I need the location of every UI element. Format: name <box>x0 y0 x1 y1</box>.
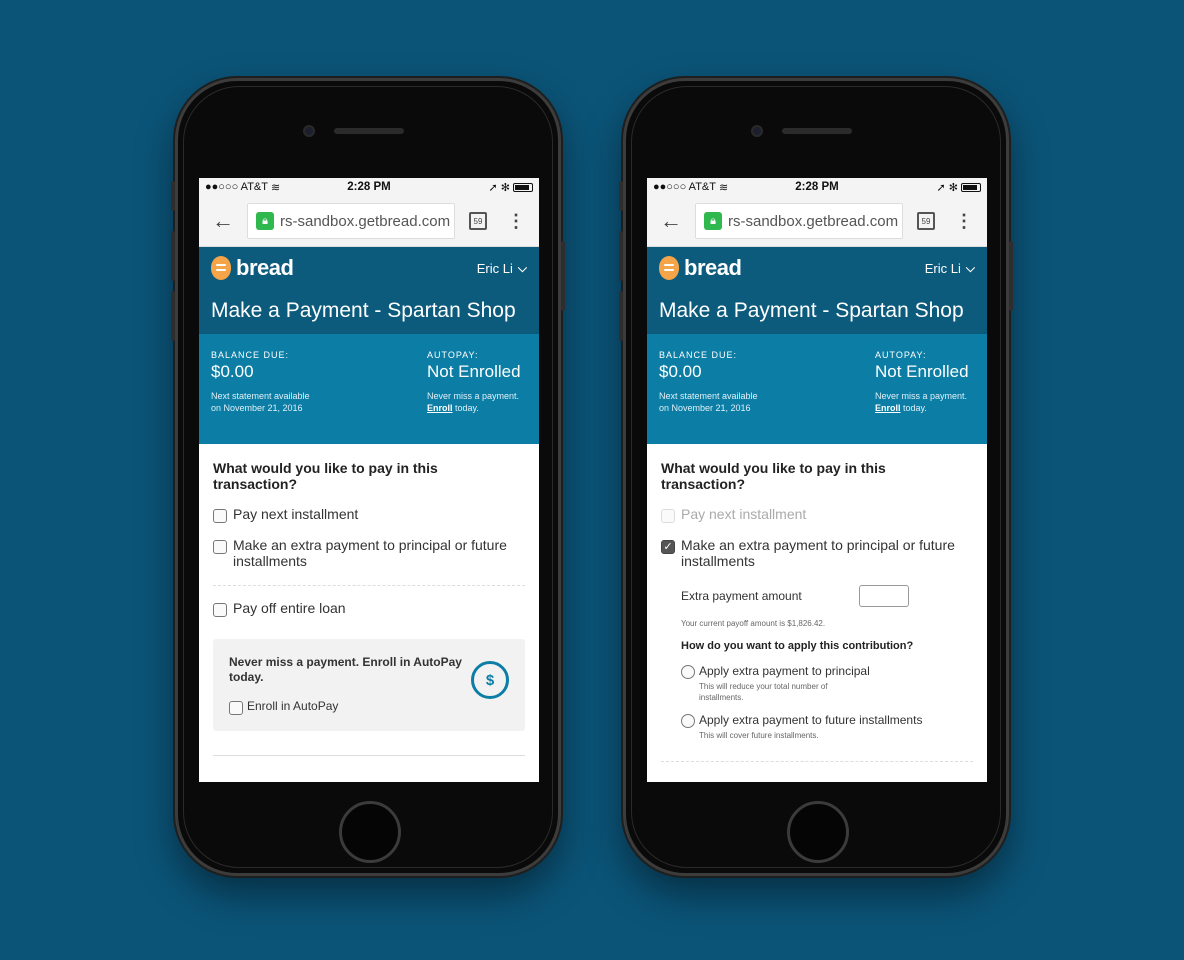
autopay-label: AUTOPAY: <box>427 350 479 360</box>
payment-form: What would you like to pay in this trans… <box>647 444 987 762</box>
radio-principal[interactable] <box>681 665 695 679</box>
payment-question: What would you like to pay in this trans… <box>213 460 438 492</box>
payment-question: What would you like to pay in this trans… <box>661 460 886 492</box>
balance-value: $0.00 <box>211 362 254 381</box>
wifi-icon: ≋ <box>718 181 729 194</box>
user-name: Eric Li <box>924 260 961 276</box>
autopay-label: AUTOPAY: <box>875 350 927 360</box>
enroll-link[interactable]: Enroll <box>875 403 901 413</box>
radio-option-principal[interactable]: Apply extra payment to principal <box>681 664 973 679</box>
option-extra-payment[interactable]: ✓ Make an extra payment to principal or … <box>661 537 973 569</box>
balance-panel: BALANCE DUE: $0.00 Next statement availa… <box>199 334 539 444</box>
autopay-value: Not Enrolled <box>427 362 521 381</box>
lock-icon: 🔒︎ <box>256 212 274 230</box>
page-title: Make a Payment - Spartan Shop <box>211 299 516 322</box>
checkbox-extra-payment-checked[interactable]: ✓ <box>661 540 675 554</box>
back-arrow-icon[interactable]: ← <box>657 208 685 234</box>
address-bar[interactable]: 🔒︎ rs-sandbox.getbread.com <box>695 203 903 239</box>
checkbox-extra-payment[interactable] <box>213 540 227 554</box>
chevron-down-icon: ⌵ <box>965 260 975 275</box>
autopay-promo-title: Never miss a payment. Enroll in AutoPay … <box>229 655 462 684</box>
tabs-icon[interactable]: 59 <box>917 212 935 230</box>
page-title: Make a Payment - Spartan Shop <box>659 299 964 322</box>
enroll-autopay-option[interactable]: Enroll in AutoPay <box>229 699 469 715</box>
url-text: rs-sandbox.getbread.com <box>280 212 451 230</box>
checkbox-enroll-autopay[interactable] <box>229 701 243 715</box>
checkbox-pay-next[interactable] <box>661 509 675 523</box>
home-button[interactable] <box>787 801 849 863</box>
extra-amount-input[interactable] <box>859 585 909 607</box>
more-vert-icon[interactable]: ⋮ <box>507 211 525 232</box>
wifi-icon: ≋ <box>270 181 281 194</box>
carrier: ●●○○○ AT&T <box>653 181 716 193</box>
battery-icon <box>961 182 981 192</box>
radio-future[interactable] <box>681 714 695 728</box>
enroll-link[interactable]: Enroll <box>427 403 453 413</box>
checkbox-payoff[interactable] <box>213 603 227 617</box>
address-bar[interactable]: 🔒︎ rs-sandbox.getbread.com <box>247 203 455 239</box>
autopay-refresh-dollar-icon: $ <box>471 661 509 699</box>
autopay-promo: Never miss a payment. Enroll in AutoPay … <box>213 639 525 731</box>
user-menu[interactable]: Eric Li ⌵ <box>925 261 975 276</box>
status-bar: ●●○○○ AT&T ≋ 2:28 PM ➚ ✻ <box>199 178 539 196</box>
apply-question: How do you want to apply this contributi… <box>681 640 914 652</box>
autopay-value: Not Enrolled <box>875 362 969 381</box>
statement-note: Next statement available on November 21,… <box>211 391 310 413</box>
lock-icon: 🔒︎ <box>704 212 722 230</box>
option-payoff[interactable]: Pay off entire loan <box>213 600 525 617</box>
bread-logo-icon <box>659 256 679 280</box>
browser-toolbar: ← 🔒︎ rs-sandbox.getbread.com 59 ⋮ <box>199 196 539 247</box>
balance-label: BALANCE DUE: <box>659 350 738 360</box>
location-bluetooth-icon: ➚ ✻ <box>488 181 511 194</box>
tabs-icon[interactable]: 59 <box>469 212 487 230</box>
carrier: ●●○○○ AT&T <box>205 181 268 193</box>
screen-left: ●●○○○ AT&T ≋ 2:28 PM ➚ ✻ ← 🔒︎ rs-sandbox.… <box>199 178 539 782</box>
divider <box>213 755 525 756</box>
back-arrow-icon[interactable]: ← <box>209 208 237 234</box>
payment-form: What would you like to pay in this trans… <box>199 444 539 782</box>
user-menu[interactable]: Eric Li ⌵ <box>477 261 527 276</box>
payoff-note: Your current payoff amount is $1,826.42. <box>681 619 826 628</box>
option-pay-next[interactable]: Pay next installment <box>661 506 973 523</box>
screen-right: ●●○○○ AT&T ≋ 2:28 PM ➚ ✻ ← 🔒︎ rs-sandbox.… <box>647 178 987 782</box>
more-vert-icon[interactable]: ⋮ <box>955 211 973 232</box>
speaker <box>334 128 404 134</box>
chevron-down-icon: ⌵ <box>517 260 527 275</box>
bread-logo-icon <box>211 256 231 280</box>
battery-icon <box>513 182 533 192</box>
home-button[interactable] <box>339 801 401 863</box>
status-bar: ●●○○○ AT&T ≋ 2:28 PM ➚ ✻ <box>647 178 987 196</box>
future-note: This will cover future installments. <box>699 731 819 740</box>
app-header: bread Eric Li ⌵ Make a Payment - Spartan… <box>199 247 539 334</box>
checkbox-pay-next[interactable] <box>213 509 227 523</box>
camera-icon <box>751 125 763 137</box>
location-bluetooth-icon: ➚ ✻ <box>936 181 959 194</box>
phone-right: ●●○○○ AT&T ≋ 2:28 PM ➚ ✻ ← 🔒︎ rs-sandbox.… <box>619 78 1013 876</box>
statement-note: Next statement available on November 21,… <box>659 391 758 413</box>
extra-amount-row: Extra payment amount <box>681 585 909 607</box>
balance-panel: BALANCE DUE: $0.00 Next statement availa… <box>647 334 987 444</box>
divider <box>661 761 973 762</box>
option-extra-payment[interactable]: Make an extra payment to principal or fu… <box>213 537 525 569</box>
balance-value: $0.00 <box>659 362 702 381</box>
phone-left: ●●○○○ AT&T ≋ 2:28 PM ➚ ✻ ← 🔒︎ rs-sandbox.… <box>171 78 565 876</box>
divider <box>213 585 525 586</box>
bread-logo[interactable]: bread <box>211 255 294 281</box>
autopay-note: Never miss a payment. Enroll today. <box>875 391 968 413</box>
option-pay-next[interactable]: Pay next installment <box>213 506 525 523</box>
browser-toolbar: ← 🔒︎ rs-sandbox.getbread.com 59 ⋮ <box>647 196 987 247</box>
radio-option-future[interactable]: Apply extra payment to future installmen… <box>681 713 973 728</box>
bread-logo[interactable]: bread <box>659 255 742 281</box>
user-name: Eric Li <box>476 260 513 276</box>
principal-note: This will reduce your total number of in… <box>699 682 828 702</box>
app-header: bread Eric Li ⌵ Make a Payment - Spartan… <box>647 247 987 334</box>
speaker <box>782 128 852 134</box>
balance-label: BALANCE DUE: <box>211 350 290 360</box>
autopay-note: Never miss a payment. Enroll today. <box>427 391 520 413</box>
camera-icon <box>303 125 315 137</box>
url-text: rs-sandbox.getbread.com <box>728 212 899 230</box>
extra-amount-label: Extra payment amount <box>681 589 802 603</box>
